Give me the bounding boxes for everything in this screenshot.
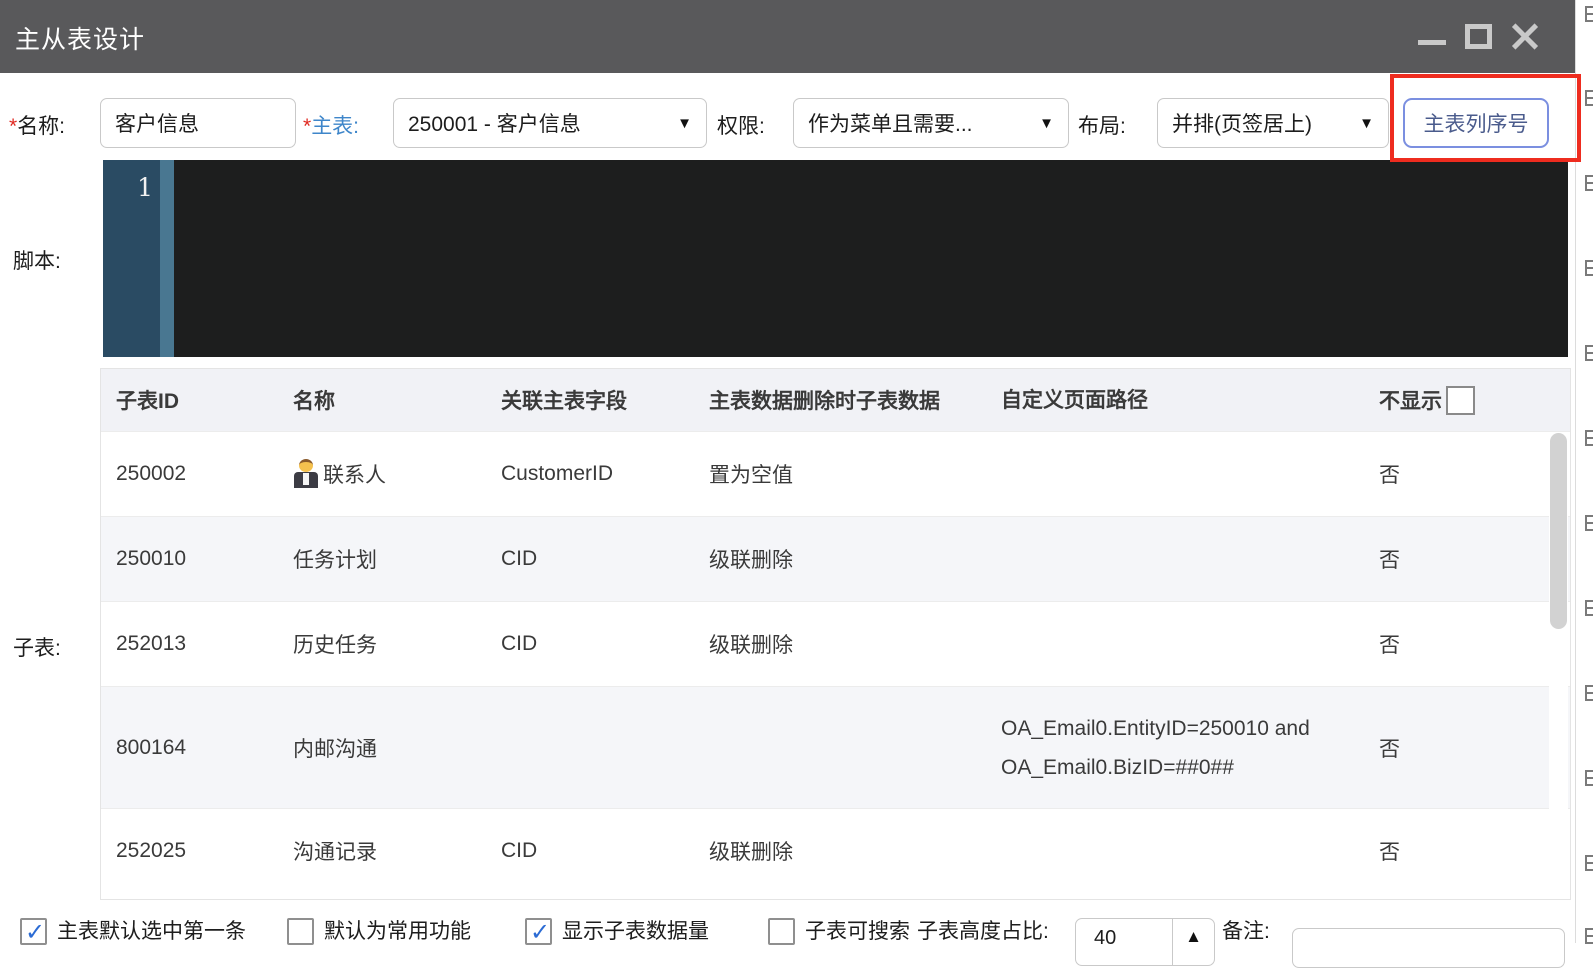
col-header-link-field: 关联主表字段 [501,390,627,413]
editor-fold-strip [160,160,174,357]
main-table-select[interactable]: 250001 - 客户信息 ▼ [393,98,707,148]
col-header-custom-path: 自定义页面路径 [1001,388,1148,412]
name-input[interactable]: 客户信息 [100,98,296,148]
default-select-first-checkbox[interactable] [20,918,47,947]
col-header-hidden: 不显示 [1379,385,1529,415]
table-row[interactable]: 250002 联系人 CustomerID 置为空值 否 [101,431,1570,516]
bg-text-fragment [1585,345,1593,361]
scrollbar-thumb[interactable] [1550,433,1567,629]
bg-text-fragment [1585,855,1593,871]
bg-text-fragment [1585,928,1593,944]
col-header-id: 子表ID [116,390,179,413]
default-common-function-checkbox-group: 默认为常用功能 [287,918,471,945]
main-table-label: *主表: [303,115,360,138]
remark-input[interactable] [1292,928,1565,968]
person-in-suit-icon [293,459,319,489]
editor-line-number: 1 [137,173,153,202]
default-common-function-checkbox[interactable] [287,918,314,945]
script-editor[interactable]: 1 [103,160,1568,357]
table-row[interactable]: 800164 内邮沟通 OA_Email0.EntityID=250010 an… [101,686,1570,808]
maximize-icon [1465,24,1492,49]
bg-text-fragment [1585,770,1593,786]
main-table-column-order-button[interactable]: 主表列序号 [1403,98,1549,148]
chevron-down-icon: ▼ [1359,114,1374,132]
background-page-edge [1575,0,1593,944]
dialog-title: 主从表设计 [15,26,146,54]
subtable-searchable-checkbox[interactable] [768,918,795,945]
dialog-titlebar: 主从表设计 [0,0,1575,73]
show-subtable-count-checkbox-group: 显示子表数据量 [525,918,709,947]
height-ratio-label: 子表高度占比: [917,920,1049,943]
remark-label: 备注: [1222,920,1270,943]
table-row[interactable]: 252025 沟通记录 CID 级联删除 否 [101,808,1570,893]
bg-text-fragment [1585,515,1593,531]
subtable-searchable-checkbox-group: 子表可搜索 [768,918,910,945]
height-ratio-stepper[interactable]: 40 ▲ [1075,918,1215,966]
bg-text-fragment [1585,90,1593,106]
bg-text-fragment [1585,430,1593,446]
bg-text-fragment [1585,175,1593,191]
maximize-button[interactable] [1456,0,1500,73]
table-row[interactable]: 250010 任务计划 CID 级联删除 否 [101,516,1570,601]
minimize-icon [1418,40,1446,45]
hide-all-checkbox[interactable] [1446,385,1475,415]
stepper-up-icon[interactable]: ▲ [1172,919,1214,965]
bg-text-fragment [1585,6,1593,22]
close-button[interactable] [1502,0,1546,73]
col-header-name: 名称 [293,390,335,413]
permission-label: 权限: [717,115,765,138]
table-row[interactable]: 252013 历史任务 CID 级联删除 否 [101,601,1570,686]
subtable-label: 子表: [13,637,61,660]
layout-label: 布局: [1078,115,1126,138]
col-header-on-delete: 主表数据删除时子表数据 [709,390,940,413]
chevron-down-icon: ▼ [1039,114,1054,132]
minimize-button[interactable] [1410,0,1454,73]
subtable: 子表ID 名称 关联主表字段 主表数据删除时子表数据 自定义页面路径 不显示 2… [100,368,1571,900]
default-select-first-checkbox-group: 主表默认选中第一条 [20,918,246,947]
script-label: 脚本: [13,250,61,273]
chevron-down-icon: ▼ [677,114,692,132]
height-ratio-value: 40 [1094,927,1117,949]
permission-select[interactable]: 作为菜单且需要... ▼ [793,98,1069,148]
bg-text-fragment [1585,260,1593,276]
show-subtable-count-checkbox[interactable] [525,918,552,947]
subtable-header-row: 子表ID 名称 关联主表字段 主表数据删除时子表数据 自定义页面路径 不显示 [101,369,1570,431]
bg-text-fragment [1585,685,1593,701]
bg-text-fragment [1585,600,1593,616]
layout-select[interactable]: 并排(页签居上) ▼ [1157,98,1389,148]
name-label: *名称: [9,115,66,138]
table-scrollbar[interactable] [1549,432,1568,898]
